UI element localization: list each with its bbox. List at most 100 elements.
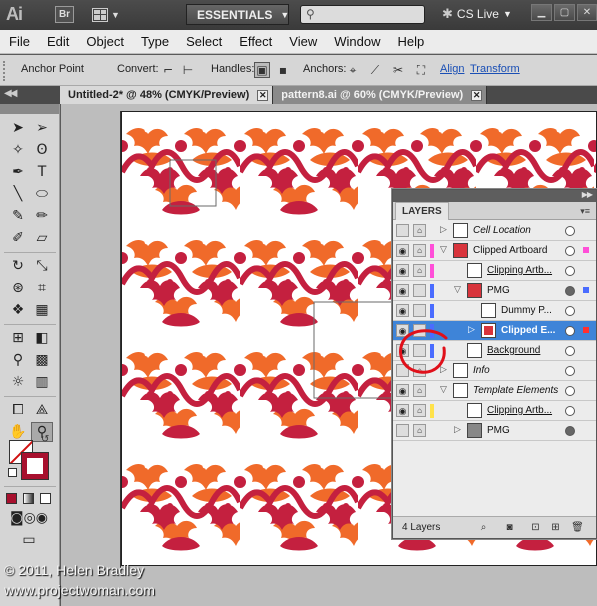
eye-icon[interactable]: ◉ — [396, 244, 409, 257]
artboard-tool-icon[interactable]: ⧠ — [7, 400, 29, 420]
target-circle-icon[interactable] — [565, 306, 575, 316]
layer-row[interactable]: ◉ Dummy P... — [393, 301, 596, 321]
layer-row[interactable]: ⌂ ▷ Cell Location — [393, 221, 596, 241]
transform-link[interactable]: Transform — [470, 63, 520, 75]
cs-live-menu[interactable]: ✱ CS Live ▼ — [442, 6, 512, 22]
selection-indicator[interactable] — [583, 247, 589, 253]
target-circle-icon[interactable] — [565, 326, 575, 336]
lock-icon[interactable]: ⌂ — [413, 244, 426, 257]
eyedropper-tool-icon[interactable]: ⚲ — [7, 350, 29, 370]
layers-tab[interactable]: LAYERS — [395, 202, 449, 220]
default-colors-icon[interactable] — [8, 468, 17, 477]
delete-layer-icon[interactable]: 🗑 — [571, 521, 584, 534]
menu-window[interactable]: Window — [334, 34, 380, 49]
direct-selection-tool-icon[interactable]: ➢ — [31, 118, 53, 138]
eye-icon[interactable]: ◉ — [396, 264, 409, 277]
ellipse-tool-icon[interactable]: ⬭ — [31, 184, 53, 204]
bridge-button[interactable]: Br — [55, 6, 74, 23]
lock-icon[interactable]: ⌂ — [413, 264, 426, 277]
cut-path-icon[interactable]: ✂ — [390, 62, 406, 78]
target-circle-icon[interactable] — [565, 386, 575, 396]
visibility-toggle[interactable] — [396, 224, 409, 237]
scale-tool-icon[interactable]: ⤡ — [31, 256, 53, 276]
stroke-swatch[interactable] — [22, 453, 48, 479]
connect-anchor-icon[interactable]: ⟋ — [367, 62, 383, 78]
target-circle-icon[interactable] — [565, 246, 575, 256]
create-sublayer-icon[interactable]: ⊡ — [529, 521, 542, 534]
workspace-switcher[interactable]: ESSENTIALS ▼ — [186, 4, 289, 25]
search-input[interactable]: ⚲ — [300, 5, 425, 24]
screen-mode-icon[interactable]: ▭ — [14, 530, 44, 550]
swap-fill-stroke-icon[interactable]: ↺ — [41, 434, 49, 445]
create-layer-icon[interactable]: ⊞ — [549, 521, 562, 534]
layer-row[interactable]: ◉ ⌂ Clipping Artb... — [393, 401, 596, 421]
menu-file[interactable]: File — [9, 34, 30, 49]
convert-to-smooth-icon[interactable]: ⊢ — [180, 62, 196, 78]
arrange-documents-button[interactable]: ▼ — [92, 6, 126, 23]
free-transform-tool-icon[interactable]: ⌗ — [31, 278, 53, 298]
gradient-tool-icon[interactable]: ◧ — [31, 328, 53, 348]
blob-brush-tool-icon[interactable]: ✐ — [7, 228, 29, 248]
target-circle-icon[interactable] — [565, 426, 575, 436]
make-clipping-mask-icon[interactable]: ◙ — [503, 521, 516, 534]
layer-row[interactable]: ◉ ▽ PMG — [393, 281, 596, 301]
symbol-sprayer-tool-icon[interactable]: ☼ — [7, 372, 29, 392]
align-link[interactable]: Align — [440, 63, 464, 75]
eye-icon[interactable]: ◉ — [396, 284, 409, 297]
menu-object[interactable]: Object — [86, 34, 124, 49]
target-circle-icon[interactable] — [565, 366, 575, 376]
eye-icon[interactable]: ◉ — [396, 404, 409, 417]
collapsed-triangle-icon[interactable]: ▷ — [440, 224, 447, 235]
selection-tool-icon[interactable]: ➤ — [7, 118, 29, 138]
none-mode-icon[interactable] — [37, 488, 54, 508]
shape-builder-tool-icon[interactable]: ❖ — [7, 300, 29, 320]
column-graph-tool-icon[interactable]: ▥ — [31, 372, 53, 392]
hide-handles-icon[interactable]: ▪ — [275, 62, 291, 78]
gradient-mode-icon[interactable] — [20, 488, 37, 508]
grip-handle[interactable] — [3, 61, 9, 81]
lock-icon[interactable]: ⌂ — [413, 424, 426, 437]
locate-object-icon[interactable]: ⌕ — [477, 521, 490, 534]
remove-anchor-icon[interactable]: ⌖ — [345, 62, 361, 78]
lock-toggle[interactable] — [413, 304, 426, 317]
layer-row[interactable]: ◉ ⌂ ▽ Template Elements — [393, 381, 596, 401]
target-circle-icon[interactable] — [565, 226, 575, 236]
visibility-toggle[interactable] — [396, 424, 409, 437]
lock-toggle[interactable] — [413, 284, 426, 297]
maximize-button[interactable]: ▢ — [554, 4, 575, 21]
color-mode-icon[interactable] — [3, 488, 20, 508]
blend-tool-icon[interactable]: ▩ — [31, 350, 53, 370]
convert-to-corner-icon[interactable]: ⌐ — [160, 62, 176, 78]
show-handles-icon[interactable]: ▣ — [254, 62, 270, 78]
expanded-triangle-icon[interactable]: ▽ — [440, 384, 447, 395]
tab-untitled-2[interactable]: Untitled-2* @ 48% (CMYK/Preview) ✕ — [60, 86, 274, 104]
collapse-chevron-icon[interactable]: ◀◀ — [4, 88, 17, 99]
target-circle-icon[interactable] — [565, 266, 575, 276]
eye-icon[interactable]: ◉ — [396, 384, 409, 397]
layers-panel-topbar[interactable]: ▶▶ — [393, 190, 596, 202]
minimize-button[interactable]: ▁ — [531, 4, 552, 21]
layer-row[interactable]: ◉ ⌂ Clipping Artb... — [393, 261, 596, 281]
pen-tool-icon[interactable]: ✒ — [7, 162, 29, 182]
menu-view[interactable]: View — [289, 34, 317, 49]
paintbrush-tool-icon[interactable]: ✎ — [7, 206, 29, 226]
eye-icon[interactable]: ◉ — [396, 304, 409, 317]
expanded-triangle-icon[interactable]: ▽ — [440, 244, 447, 255]
collapsed-triangle-icon[interactable]: ▷ — [468, 324, 475, 335]
live-paint-tool-icon[interactable]: ▦ — [31, 300, 53, 320]
menu-type[interactable]: Type — [141, 34, 169, 49]
selection-indicator[interactable] — [583, 327, 589, 333]
type-tool-icon[interactable]: T — [31, 162, 53, 182]
panel-menu-icon[interactable]: ▾≡ — [580, 206, 590, 217]
magic-wand-tool-icon[interactable]: ✧ — [7, 140, 29, 160]
eraser-tool-icon[interactable]: ▱ — [31, 228, 53, 248]
tab-pattern8[interactable]: pattern8.ai @ 60% (CMYK/Preview) ✕ — [273, 86, 488, 104]
lock-icon[interactable]: ⌂ — [413, 224, 426, 237]
pencil-tool-icon[interactable]: ✏ — [31, 206, 53, 226]
layer-row[interactable]: ◉ ⌂ ▽ Clipped Artboard — [393, 241, 596, 261]
collapsed-triangle-icon[interactable]: ▷ — [454, 424, 461, 435]
lock-icon[interactable]: ⌂ — [413, 384, 426, 397]
target-circle-icon[interactable] — [565, 406, 575, 416]
lock-icon[interactable]: ⌂ — [413, 404, 426, 417]
menu-effect[interactable]: Effect — [239, 34, 272, 49]
